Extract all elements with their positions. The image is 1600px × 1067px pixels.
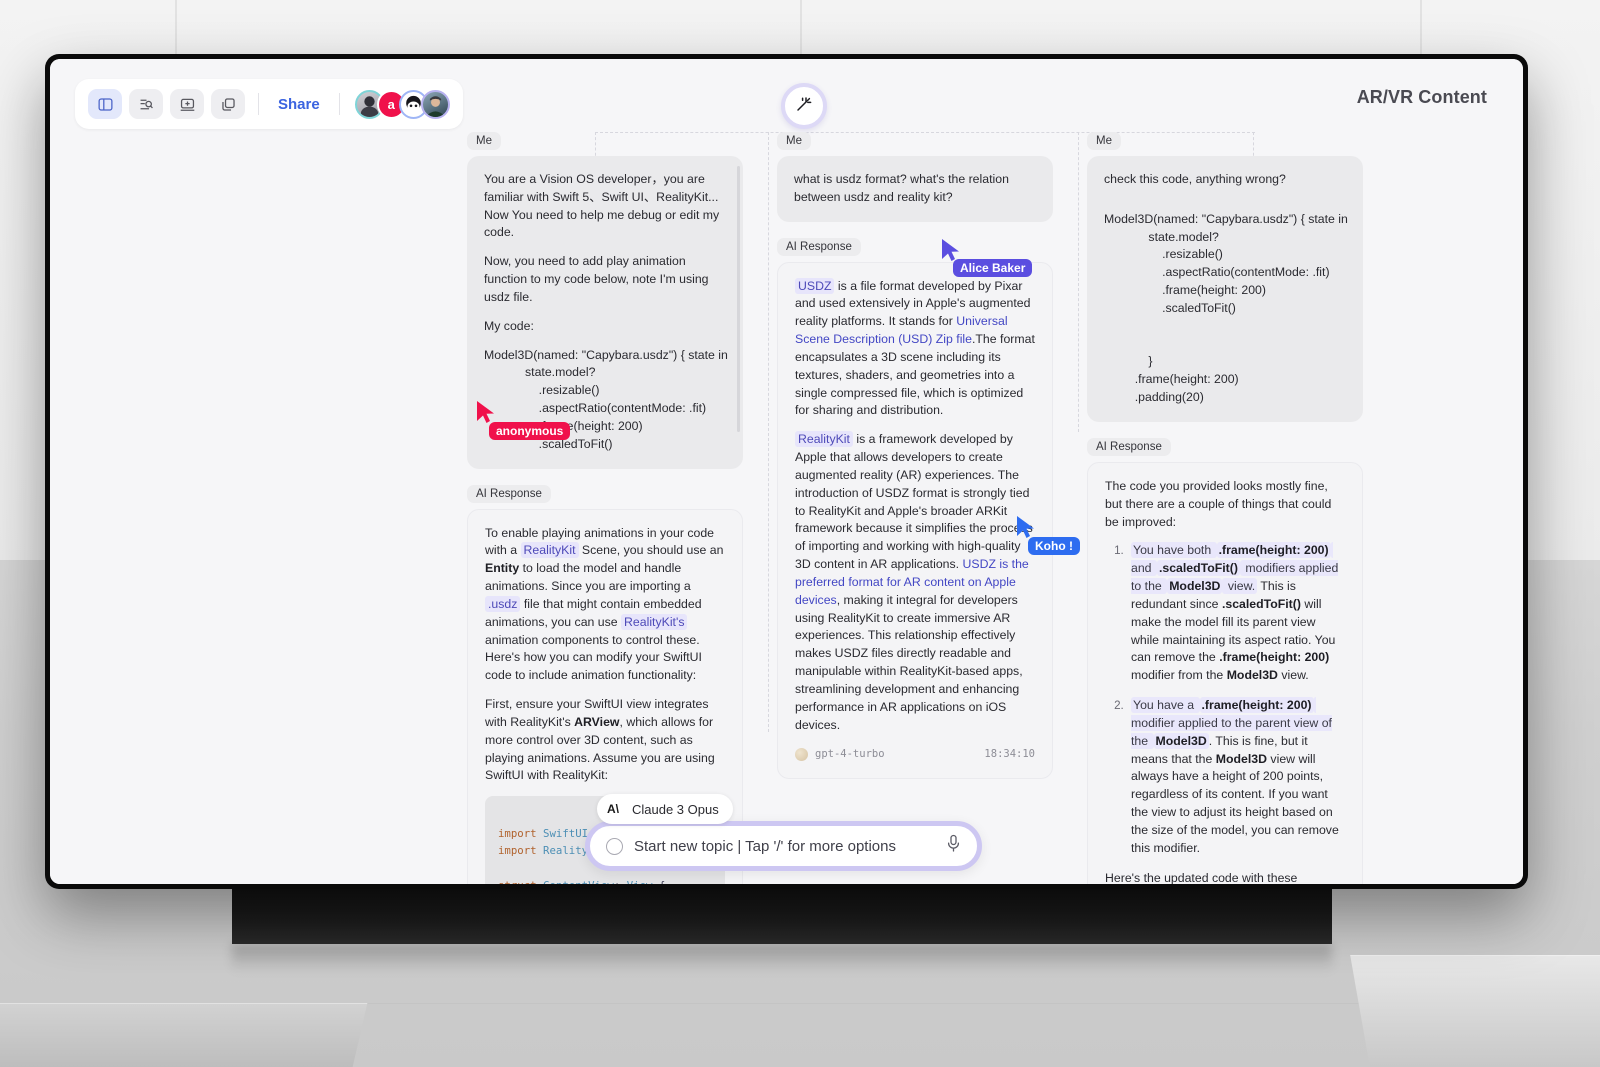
app-canvas[interactable]: Share a AR/VR Content Me You are a Visio… bbox=[50, 59, 1523, 884]
user-message-bubble[interactable]: check this code, anything wrong? Model3D… bbox=[1087, 156, 1363, 422]
inline-chip: RealityKit's bbox=[621, 613, 688, 630]
avatar-group[interactable]: a bbox=[354, 89, 450, 119]
inline-chip: RealityKit bbox=[795, 431, 853, 448]
magic-wand-icon bbox=[794, 94, 814, 119]
message-role-tag: Me bbox=[467, 132, 501, 150]
microphone-icon[interactable] bbox=[946, 834, 961, 858]
list-search-icon bbox=[138, 96, 155, 113]
scrollbar[interactable] bbox=[737, 166, 740, 432]
cursor-alice-baker: Alice Baker bbox=[940, 237, 1033, 277]
guide-line bbox=[768, 132, 769, 732]
ai-message-bubble[interactable]: USDZ is a file format developed by Pixar… bbox=[777, 261, 1053, 779]
record-circle-icon[interactable] bbox=[606, 837, 623, 855]
tv-screen: Share a AR/VR Content Me You are a Visio… bbox=[50, 59, 1523, 884]
magic-wand-button[interactable] bbox=[781, 83, 827, 129]
message-role-tag: Me bbox=[1087, 132, 1121, 150]
model-name: gpt-4-turbo bbox=[815, 748, 885, 761]
cursor-label: Alice Baker bbox=[953, 259, 1033, 277]
cursor-anonymous: anonymous bbox=[475, 399, 571, 440]
message-role-tag: AI Response bbox=[777, 237, 861, 256]
panel-left-icon bbox=[97, 96, 114, 113]
cursor-label: Koho ! bbox=[1028, 537, 1080, 555]
inline-chip: .usdz bbox=[485, 595, 521, 612]
inline-chip: RealityKit bbox=[520, 542, 579, 559]
ai-message-intro: The code you provided looks mostly fine,… bbox=[1105, 478, 1332, 529]
floor-plinth-right bbox=[1350, 955, 1600, 1067]
message-meta: gpt-4-turbo 18:34:10 bbox=[795, 747, 1035, 762]
toolbar-divider bbox=[338, 93, 340, 115]
model-icon bbox=[795, 748, 808, 762]
user-message-code: Model3D(named: "Capybara.usdz") { state … bbox=[1104, 211, 1348, 405]
ai-message-p1: USDZ is a file format developed by Pixar… bbox=[795, 277, 1035, 418]
timestamp: 18:34:10 bbox=[984, 748, 1035, 761]
avatar[interactable] bbox=[420, 89, 450, 119]
ai-message-outro: Here's the updated code with these chang… bbox=[1105, 870, 1298, 885]
ai-message-p2: RealityKit is a framework developed by A… bbox=[795, 431, 1033, 732]
user-message-p3: My code: bbox=[484, 318, 534, 333]
page-title: AR/VR Content bbox=[1356, 87, 1487, 107]
tv-screen-bezel: Share a AR/VR Content Me You are a Visio… bbox=[45, 54, 1528, 889]
tv-base-shadow bbox=[232, 944, 1332, 972]
tv-base bbox=[232, 884, 1332, 944]
message-role-tag: AI Response bbox=[1087, 437, 1171, 456]
guide-line bbox=[1078, 132, 1079, 432]
add-frame-button[interactable] bbox=[170, 89, 204, 119]
toolbar: Share a bbox=[75, 79, 463, 129]
ai-message-bubble[interactable]: The code you provided looks mostly fine,… bbox=[1087, 461, 1363, 885]
user-message-p2: Now, you need to add play animation func… bbox=[484, 254, 709, 304]
model-name-label: Claude 3 Opus bbox=[632, 801, 719, 817]
message-role-tag: AI Response bbox=[467, 484, 551, 503]
new-topic-input[interactable]: Start new topic | Tap '/' for more optio… bbox=[634, 838, 946, 855]
conversation-column-2: Me what is usdz format? what's the relat… bbox=[777, 131, 1053, 779]
user-message-p1: check this code, anything wrong? bbox=[1104, 172, 1286, 186]
floor-plinth-left bbox=[0, 1003, 368, 1067]
conversation-column-3: Me check this code, anything wrong? Mode… bbox=[1087, 131, 1363, 884]
share-button[interactable]: Share bbox=[272, 96, 326, 113]
add-frame-icon bbox=[179, 96, 196, 113]
message-role-tag: Me bbox=[777, 132, 811, 150]
inline-chip: USDZ bbox=[795, 277, 835, 294]
ai-message-steps: You have both .frame(height: 200) and .s… bbox=[1105, 542, 1345, 857]
sidebar-toggle-button[interactable] bbox=[88, 89, 122, 119]
anthropic-logo-icon: A\ bbox=[602, 798, 624, 820]
user-message-p1: what is usdz format? what's the relation… bbox=[794, 172, 1009, 204]
cursor-koho: Koho ! bbox=[1015, 514, 1080, 555]
model-selector[interactable]: A\ Claude 3 Opus bbox=[597, 794, 733, 824]
list-item: You have both .frame(height: 200) and .s… bbox=[1127, 542, 1345, 685]
copy-icon bbox=[220, 96, 237, 113]
composer-bar[interactable]: Start new topic | Tap '/' for more optio… bbox=[585, 821, 982, 871]
toolbar-divider bbox=[258, 93, 259, 115]
duplicate-button[interactable] bbox=[211, 89, 245, 119]
user-message-bubble[interactable]: what is usdz format? what's the relation… bbox=[777, 156, 1053, 222]
ai-message-p2: First, ensure your SwiftUI view integrat… bbox=[485, 697, 715, 783]
user-message-p1: You are a Vision OS developer，you are fa… bbox=[484, 172, 720, 240]
cursor-label: anonymous bbox=[489, 422, 571, 440]
list-item: You have a .frame(height: 200) modifier … bbox=[1127, 697, 1345, 857]
conversation-column-1: Me You are a Vision OS developer，you are… bbox=[467, 131, 743, 884]
ai-message-p1: To enable playing animations in your cod… bbox=[485, 525, 724, 683]
search-list-button[interactable] bbox=[129, 89, 163, 119]
